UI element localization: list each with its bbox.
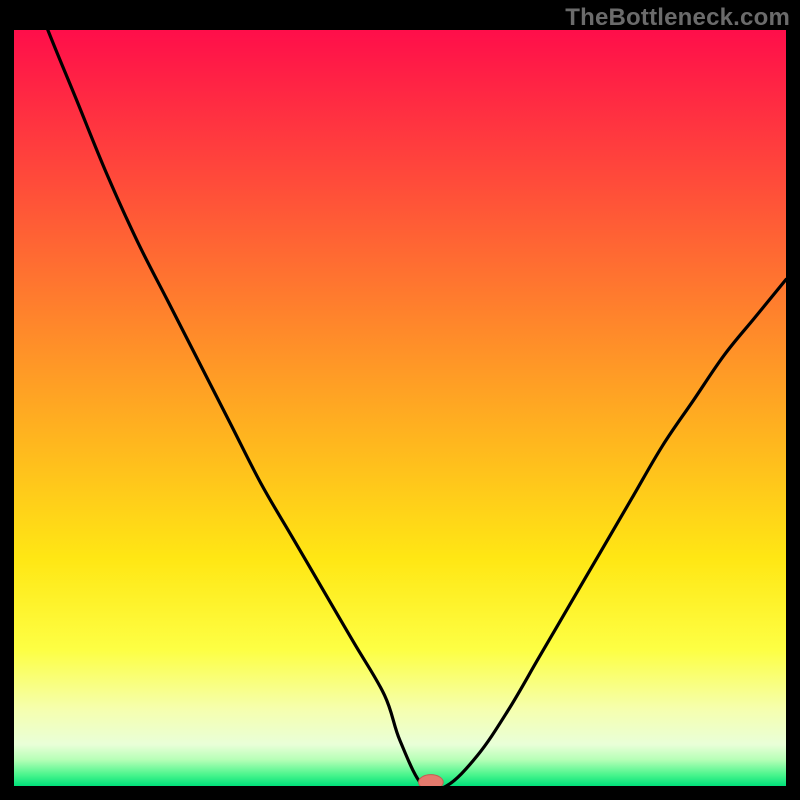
- optimum-marker: [14, 30, 786, 786]
- watermark-text: TheBottleneck.com: [565, 4, 790, 32]
- plot-area: [14, 30, 786, 786]
- chart-frame: TheBottleneck.com: [0, 0, 800, 800]
